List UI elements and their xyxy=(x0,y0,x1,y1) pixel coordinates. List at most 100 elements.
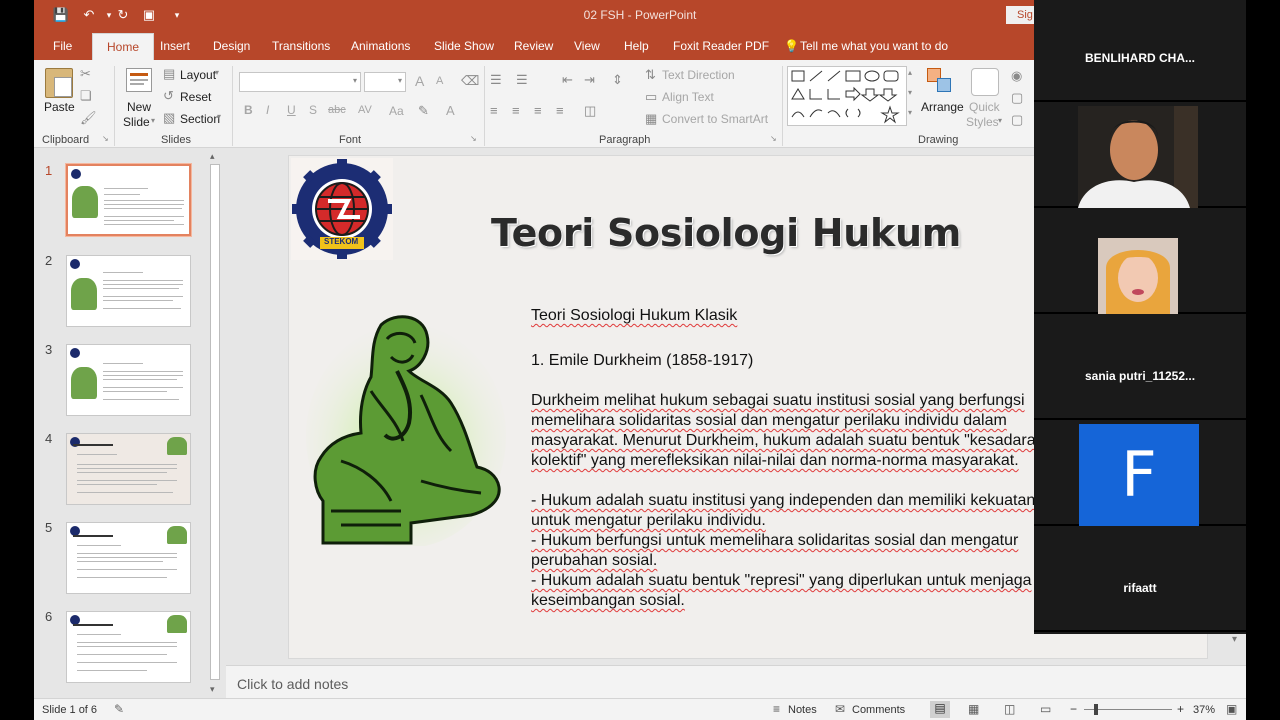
panel-scroll-down-icon[interactable]: ▾ xyxy=(1232,634,1237,645)
copy-icon[interactable]: ❏ xyxy=(80,88,92,104)
slide-thumbnail-2[interactable] xyxy=(66,255,191,327)
tab-file[interactable]: File xyxy=(53,39,72,53)
increase-indent-icon[interactable]: ⇥ xyxy=(584,72,595,88)
comments-button[interactable]: Comments xyxy=(852,704,905,716)
paragraph-line[interactable]: Durkheim melihat hukum sebagai suatu ins… xyxy=(531,392,1025,410)
slide-show-icon[interactable]: ▭ xyxy=(1040,702,1051,716)
shadow-button[interactable]: S xyxy=(309,103,317,117)
tab-transitions[interactable]: Transitions xyxy=(272,39,330,53)
section-icon[interactable]: ▧ xyxy=(163,110,175,126)
quick-styles-icon[interactable] xyxy=(971,68,999,96)
chevron-down-icon[interactable]: ▾ xyxy=(998,116,1002,125)
bullets-icon[interactable]: ☰ xyxy=(490,72,502,88)
bullet-line[interactable]: - Hukum berfungsi untuk memelihara solid… xyxy=(531,532,1018,550)
bullet-line[interactable]: keseimbangan sosial. xyxy=(531,592,685,610)
tab-design[interactable]: Design xyxy=(213,39,250,53)
chevron-down-icon[interactable]: ▾ xyxy=(215,68,219,77)
tab-insert[interactable]: Insert xyxy=(160,39,190,53)
shape-outline-icon[interactable]: ▢ xyxy=(1011,90,1023,106)
tab-slide-show[interactable]: Slide Show xyxy=(434,39,494,53)
participant-tile[interactable]: sania putri_11252... xyxy=(1034,318,1246,420)
character-spacing-button[interactable]: AV xyxy=(358,104,372,116)
scrollbar-thumb[interactable] xyxy=(210,164,220,680)
highlight-icon[interactable]: ✎ xyxy=(418,103,429,119)
layout-button[interactable]: Layout xyxy=(180,68,216,82)
list-item-heading[interactable]: 1. Emile Durkheim (1858-1917) xyxy=(531,352,753,370)
normal-view-icon[interactable]: ▤ xyxy=(930,701,950,718)
slide-thumbnail-6[interactable] xyxy=(66,611,191,683)
reset-icon[interactable]: ↺ xyxy=(163,88,174,104)
change-case-button[interactable]: Aa xyxy=(389,104,404,118)
tab-home[interactable]: Home xyxy=(92,33,155,60)
line-spacing-icon[interactable]: ⇕ xyxy=(612,72,623,88)
new-slide-icon[interactable] xyxy=(126,68,152,92)
bullet-line[interactable]: perubahan sosial. xyxy=(531,552,657,570)
gallery-up-icon[interactable]: ▴ xyxy=(908,68,912,77)
reading-view-icon[interactable]: ◫ xyxy=(1004,702,1015,716)
participant-tile[interactable]: rifaatt xyxy=(1034,530,1246,632)
align-text-icon[interactable]: ▭ xyxy=(645,89,657,105)
zoom-slider-thumb[interactable] xyxy=(1094,704,1098,715)
zoom-slider[interactable] xyxy=(1084,704,1172,715)
tab-review[interactable]: Review xyxy=(514,39,553,53)
notes-icon[interactable]: ≡ xyxy=(773,702,780,716)
bullet-line[interactable]: - Hukum adalah suatu bentuk "represi" ya… xyxy=(531,572,1032,590)
strikethrough-button[interactable]: abc xyxy=(328,104,346,116)
scroll-down-icon[interactable]: ▾ xyxy=(210,684,215,695)
font-color-icon[interactable]: A xyxy=(446,103,455,118)
shape-fill-icon[interactable]: ◉ xyxy=(1011,68,1022,84)
participant-tile[interactable] xyxy=(1034,106,1246,208)
paragraph-line[interactable]: kolektif" yang merefleksikan nilai-nilai… xyxy=(531,452,1019,470)
slide-thumbnail-4[interactable] xyxy=(66,433,191,505)
font-name-combobox[interactable]: ▾ xyxy=(239,72,361,92)
notes-button[interactable]: Notes xyxy=(788,704,817,716)
align-left-icon[interactable]: ≡ xyxy=(490,103,498,118)
new-slide-label-2[interactable]: Slide xyxy=(123,115,150,129)
bullet-line[interactable]: - Hukum adalah suatu institusi yang inde… xyxy=(531,492,1035,510)
dialog-launcher-icon[interactable]: ↘ xyxy=(470,134,477,143)
paragraph-line[interactable]: memelihara solidaritas sosial dan mengat… xyxy=(531,412,1007,430)
justify-icon[interactable]: ≡ xyxy=(556,103,564,118)
slide-sorter-icon[interactable]: ▦ xyxy=(968,702,979,716)
tab-help[interactable]: Help xyxy=(624,39,649,53)
zoom-in-button[interactable]: + xyxy=(1177,702,1184,716)
paste-button[interactable]: Paste xyxy=(44,100,75,114)
grow-font-button[interactable]: A xyxy=(415,73,424,89)
italic-button[interactable]: I xyxy=(266,103,269,117)
arrange-button[interactable]: Arrange xyxy=(921,100,964,114)
underline-button[interactable]: U xyxy=(287,103,296,117)
align-right-icon[interactable]: ≡ xyxy=(534,103,542,118)
slide-thumbnail-3[interactable] xyxy=(66,344,191,416)
paste-icon[interactable] xyxy=(45,68,73,98)
arrange-icon[interactable] xyxy=(927,68,955,96)
subtitle-text[interactable]: Teori Sosiologi Hukum Klasik xyxy=(531,307,737,325)
tab-animations[interactable]: Animations xyxy=(351,39,410,53)
decrease-indent-icon[interactable]: ⇤ xyxy=(562,72,573,88)
cut-icon[interactable]: ✂ xyxy=(80,66,91,82)
bullet-line[interactable]: untuk mengatur perilaku individu. xyxy=(531,512,766,530)
section-button[interactable]: Section xyxy=(180,112,220,126)
participant-tile[interactable]: F xyxy=(1034,424,1246,526)
new-slide-label-1[interactable]: New xyxy=(127,100,151,114)
bold-button[interactable]: B xyxy=(244,103,253,117)
shrink-font-button[interactable]: A xyxy=(436,75,443,87)
font-size-combobox[interactable]: ▾ xyxy=(364,72,406,92)
align-center-icon[interactable]: ≡ xyxy=(512,103,520,118)
gallery-down-icon[interactable]: ▾ xyxy=(908,88,912,97)
tab-foxit-reader-pdf[interactable]: Foxit Reader PDF xyxy=(673,39,769,53)
numbering-icon[interactable]: ☰ xyxy=(516,72,528,88)
smartart-icon[interactable]: ▦ xyxy=(645,111,657,127)
reset-button[interactable]: Reset xyxy=(180,90,211,104)
text-direction-button[interactable]: Text Direction xyxy=(662,68,735,82)
zoom-level[interactable]: 37% xyxy=(1193,704,1215,716)
accessibility-icon[interactable]: ✎ xyxy=(114,702,124,716)
scroll-up-icon[interactable]: ▴ xyxy=(210,151,215,162)
tab-view[interactable]: View xyxy=(574,39,600,53)
thumbnail-scrollbar[interactable]: ▴ ▾ xyxy=(208,151,222,697)
quick-styles-label-2[interactable]: Styles xyxy=(966,115,999,129)
participant-tile[interactable]: BENLIHARD CHA... xyxy=(1034,0,1246,102)
comments-icon[interactable]: ✉ xyxy=(835,702,845,716)
layout-icon[interactable]: ▤ xyxy=(163,66,175,82)
shape-effects-icon[interactable]: ▢ xyxy=(1011,112,1023,128)
chevron-down-icon[interactable]: ▾ xyxy=(151,116,155,125)
